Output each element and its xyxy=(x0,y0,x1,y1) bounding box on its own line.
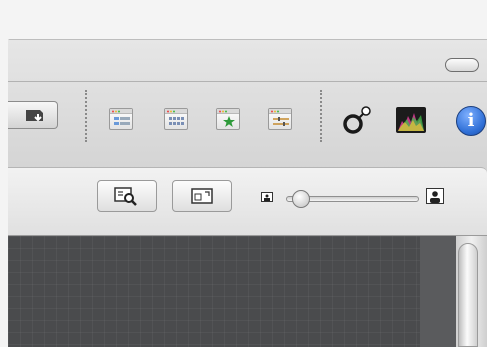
title-separator xyxy=(8,81,487,82)
slider-thumb[interactable] xyxy=(292,190,310,208)
toolbar-separator-2 xyxy=(320,90,322,142)
adjust-view-icon[interactable] xyxy=(268,108,292,130)
zoom-to-fit-button[interactable] xyxy=(97,180,157,212)
info-icon[interactable]: i xyxy=(456,106,486,136)
window-top-edge xyxy=(8,39,487,40)
star-view-icon[interactable] xyxy=(216,108,240,130)
small-thumbnail-icon xyxy=(261,192,273,202)
large-thumbnail-icon xyxy=(426,188,444,204)
toolbar-toggle-button[interactable] xyxy=(445,58,479,72)
import-button[interactable] xyxy=(8,101,58,129)
image-browser-canvas[interactable] xyxy=(8,236,456,347)
canvas-edge xyxy=(420,236,456,347)
info-glyph: i xyxy=(467,110,475,131)
scrollbar-thumb[interactable] xyxy=(458,243,478,347)
list-view-icon[interactable] xyxy=(109,108,133,130)
fullscreen-button[interactable] xyxy=(172,180,232,212)
grid-view-icon[interactable] xyxy=(164,108,188,130)
histogram-icon[interactable] xyxy=(396,107,426,133)
loupe-icon[interactable] xyxy=(340,105,372,137)
zoom-to-fit-icon xyxy=(114,187,137,206)
folder-arrow-icon xyxy=(26,110,43,122)
toolbar-separator-1 xyxy=(85,90,87,142)
fullscreen-icon xyxy=(191,188,213,204)
